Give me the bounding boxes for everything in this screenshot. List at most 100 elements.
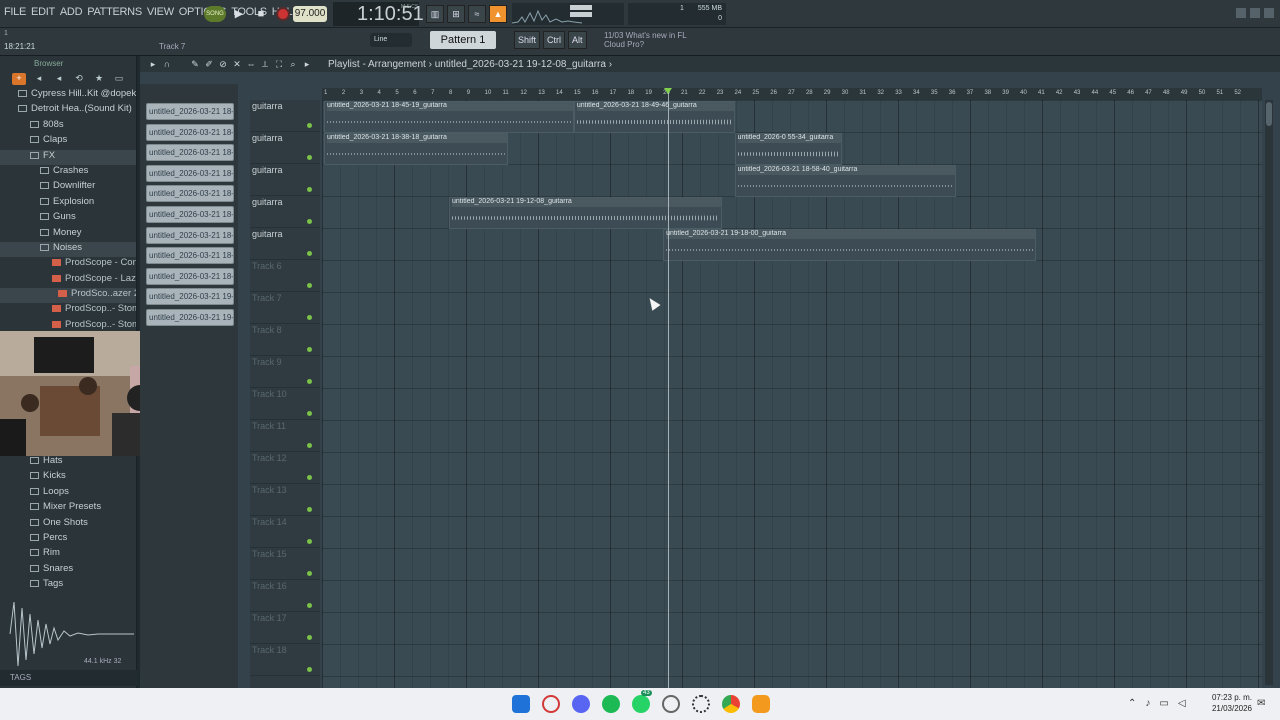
menu-item-add[interactable]: ADD — [60, 6, 83, 18]
browser-item[interactable]: Mixer Presets — [0, 501, 137, 516]
menu-item-edit[interactable]: EDIT — [31, 6, 55, 18]
track-mute-led-icon[interactable] — [307, 411, 312, 416]
channel-button[interactable]: untitled_2026-03-21 18- — [146, 206, 234, 223]
browser-folder-icon[interactable]: ▭ — [112, 73, 126, 85]
browser-item[interactable]: ProdScop..- Stomp 1 — [0, 303, 136, 318]
track-mute-led-icon[interactable] — [307, 251, 312, 256]
audio-clip[interactable]: untitled_2026-03-21 18-58-40_guitarra — [734, 165, 956, 197]
tempo-field[interactable]: 97.000 — [293, 6, 327, 22]
track-mute-led-icon[interactable] — [307, 379, 312, 384]
slice-icon[interactable]: ⟂ — [260, 59, 270, 69]
audio-clip[interactable]: untitled_2026-03-21 18-38-18_guitarra — [324, 133, 508, 165]
browser-item[interactable]: Snares — [0, 563, 137, 578]
microphone-icon[interactable]: ♪ — [1145, 698, 1150, 709]
browser-item[interactable]: ProdScope - Comet — [0, 257, 136, 272]
channel-button[interactable]: untitled_2026-03-21 19- — [146, 309, 234, 326]
track-header[interactable]: Track 9 — [250, 356, 320, 388]
track-header[interactable]: Track 6 — [250, 260, 320, 292]
browser-item[interactable]: Cypress Hill..Kit @dopekit — [0, 88, 136, 103]
track-mute-led-icon[interactable] — [307, 635, 312, 640]
record-wave-icon[interactable]: ≈ — [468, 5, 486, 23]
browser-item[interactable]: ProdScope - Lazer 1 — [0, 273, 136, 288]
browser-item[interactable]: Kicks — [0, 470, 137, 485]
paint-icon[interactable]: ✐ — [204, 59, 214, 69]
track-header[interactable]: Track 12 — [250, 452, 320, 484]
browser-item[interactable]: Claps — [0, 134, 136, 149]
steam-icon[interactable] — [662, 695, 680, 713]
record-icon[interactable] — [276, 7, 290, 21]
track-mute-led-icon[interactable] — [307, 539, 312, 544]
browser-item[interactable]: Loops — [0, 486, 137, 501]
browser-item[interactable]: Percs — [0, 532, 137, 547]
metronome-icon[interactable]: ▲ — [489, 5, 507, 23]
browser-star-icon[interactable]: ★ — [92, 73, 106, 85]
browser-item[interactable]: Hats — [0, 455, 137, 470]
play-icon[interactable]: ▶ — [230, 5, 248, 23]
track-mute-led-icon[interactable] — [307, 219, 312, 224]
channel-button[interactable]: untitled_2026-03-21 18- — [146, 185, 234, 203]
tags-bar[interactable]: TAGS — [0, 670, 137, 686]
magnet-icon[interactable]: ∩ — [162, 59, 172, 69]
maximize-icon[interactable] — [1250, 8, 1260, 18]
volume-icon[interactable]: ◁ — [1178, 698, 1186, 709]
browser-item[interactable]: ProdSco..azer 2 ★ — [0, 288, 136, 304]
discord-icon[interactable] — [572, 695, 590, 713]
network-icon[interactable]: ▭ — [1159, 698, 1168, 709]
browser-item[interactable]: Downlifter — [0, 180, 136, 195]
opera-icon[interactable] — [542, 695, 560, 713]
track-header[interactable]: Track 18 — [250, 644, 320, 676]
browser-item[interactable]: Rim — [0, 547, 137, 562]
timeline-ruler[interactable]: 1 2 3 4 5 6 7 8 9 10 11 12 13 14 15 16 17 18 19 20 21 22 23 24 2… — [322, 88, 1262, 100]
slip-icon[interactable]: ⇔ — [246, 59, 256, 69]
pattern-selector[interactable]: Pattern 1 — [430, 31, 496, 49]
track-mute-led-icon[interactable] — [307, 667, 312, 672]
spotify-icon[interactable] — [602, 695, 620, 713]
select-icon[interactable]: ⛶ — [274, 59, 284, 69]
pencil-icon[interactable]: ✎ — [190, 59, 200, 69]
browser-item[interactable]: Detroit Hea..(Sound Kit) — [0, 103, 136, 118]
track-mute-led-icon[interactable] — [307, 123, 312, 128]
snap-select[interactable]: Line — [370, 33, 412, 47]
track-header[interactable]: Track 8 — [250, 324, 320, 356]
stop-icon[interactable]: ■ — [252, 5, 270, 23]
channel-button[interactable]: untitled_2026-03-21 18- — [146, 226, 234, 244]
tray-chevron-icon[interactable]: ⌃ — [1128, 698, 1136, 709]
scroll-thumb[interactable] — [1266, 102, 1272, 126]
track-mute-led-icon[interactable] — [307, 443, 312, 448]
track-header[interactable]: Track 10 — [250, 388, 320, 420]
playhead-marker[interactable] — [664, 88, 672, 94]
zoom-icon[interactable]: ⌕ — [288, 59, 298, 69]
track-header[interactable]: Track 17 — [250, 612, 320, 644]
track-header[interactable]: guitarra — [250, 100, 320, 132]
track-mute-led-icon[interactable] — [307, 603, 312, 608]
menu-item-patterns[interactable]: PATTERNS — [87, 6, 142, 18]
track-mute-led-icon[interactable] — [307, 283, 312, 288]
channel-button[interactable]: untitled_2026-03-21 18- — [146, 103, 234, 120]
audio-clip[interactable]: untitled_2026-03-21 18-45-19_guitarra — [324, 101, 574, 133]
track-header[interactable]: Track 15 — [250, 548, 320, 580]
playback-icon[interactable]: ▸ — [302, 59, 312, 69]
track-header[interactable]: Track 14 — [250, 516, 320, 548]
track-mute-led-icon[interactable] — [307, 155, 312, 160]
track-header[interactable]: guitarra — [250, 164, 320, 196]
track-mute-led-icon[interactable] — [307, 187, 312, 192]
track-mute-led-icon[interactable] — [307, 315, 312, 320]
audio-clip[interactable]: untitled_2026-0 55-34_guitarra — [734, 133, 842, 165]
browser-back-icon[interactable]: ◂ — [52, 73, 66, 85]
audio-clip[interactable]: untitled_2026-03-21 19-18-00_guitarra — [663, 229, 1037, 261]
browser-item[interactable]: Crashes — [0, 165, 136, 180]
close-icon[interactable] — [1264, 8, 1274, 18]
taskbar-clock[interactable]: 07:23 p. m. 21/03/2026 — [1206, 692, 1252, 714]
whatsapp-icon[interactable]: 43 — [632, 690, 652, 713]
settings-icon[interactable] — [692, 695, 710, 713]
news-panel[interactable]: 11/03 What's new in FL Cloud Pro? — [604, 31, 687, 49]
key-shift-button[interactable]: Shift — [514, 31, 541, 49]
browser-item[interactable]: Explosion — [0, 196, 136, 211]
fl-studio-icon[interactable] — [752, 695, 770, 713]
windows-start-icon[interactable] — [512, 695, 530, 713]
track-header[interactable]: guitarra — [250, 132, 320, 164]
browser-collapse-icon[interactable]: ◂ — [32, 73, 46, 85]
minimize-icon[interactable] — [1236, 8, 1246, 18]
browser-item[interactable]: 808s — [0, 119, 136, 134]
menu-arrow-icon[interactable]: ▸ — [148, 59, 158, 69]
